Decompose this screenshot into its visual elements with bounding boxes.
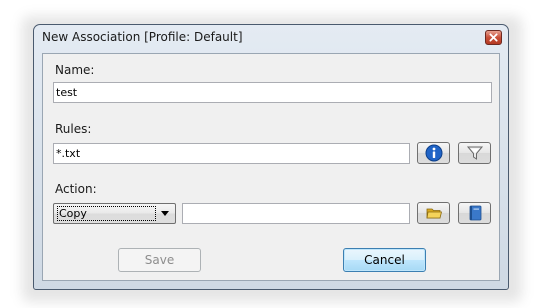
action-target-input[interactable] [182, 203, 410, 224]
name-label: Name: [55, 63, 95, 77]
save-button[interactable]: Save [118, 248, 201, 272]
rules-label: Rules: [55, 122, 92, 136]
book-icon [469, 205, 481, 221]
title-bar[interactable]: New Association [Profile: Default] [34, 25, 508, 51]
cancel-button[interactable]: Cancel [343, 248, 426, 272]
action-selected-value: Copy [57, 206, 156, 221]
rules-info-button[interactable] [417, 142, 450, 164]
action-label: Action: [55, 182, 97, 196]
filter-icon [466, 146, 483, 160]
rules-filter-button[interactable] [458, 142, 491, 164]
dialog-window: New Association [Profile: Default] Name:… [33, 24, 509, 290]
info-icon [425, 144, 442, 162]
close-icon [489, 33, 498, 42]
dialog-client-area: Name: test Rules: *.txt Action: Copy Sav… [42, 53, 500, 281]
window-title: New Association [Profile: Default] [42, 30, 243, 44]
name-input[interactable]: test [53, 82, 492, 103]
open-book-button[interactable] [458, 202, 491, 224]
folder-icon [426, 208, 442, 219]
browse-folder-button[interactable] [417, 202, 450, 224]
close-button[interactable] [485, 30, 502, 45]
action-select[interactable]: Copy [53, 203, 176, 224]
chevron-down-icon [161, 211, 169, 216]
rules-input[interactable]: *.txt [53, 143, 410, 164]
